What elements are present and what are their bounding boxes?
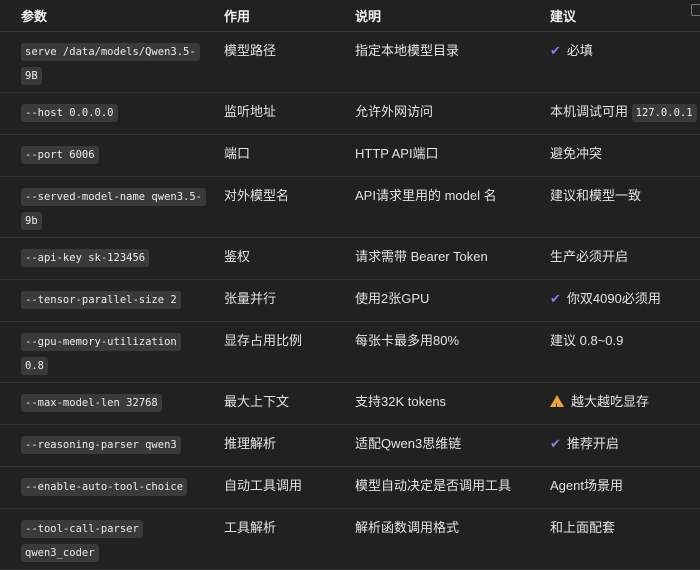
- header-role: 作用: [202, 0, 333, 32]
- advice-text: 本机调试可用: [550, 104, 629, 119]
- role-cell: 模型路径: [202, 31, 333, 93]
- param-code: --served-model-name qwen3.5-9b: [21, 188, 207, 230]
- param-cell: --tensor-parallel-size 2: [0, 279, 202, 322]
- table-row: --tool-call-parser qwen3_coder 工具解析 解析函数调用…: [0, 508, 700, 570]
- check-icon: ✔: [550, 291, 561, 306]
- desc-cell: 使用2张GPU: [333, 279, 528, 322]
- param-cell: --gpu-memory-utilization 0.8: [0, 321, 202, 383]
- param-cell: --max-model-len 32768: [0, 382, 202, 425]
- param-cell: --host 0.0.0.0: [0, 92, 202, 135]
- desc-cell: 指定本地模型目录: [333, 31, 528, 93]
- table-row: --gpu-memory-utilization 0.8 显存占用比例 每张卡最多用…: [0, 321, 700, 383]
- advice-cell: 建议和模型一致: [528, 176, 700, 238]
- param-cell: serve /data/models/Qwen3.5-9B: [0, 31, 202, 93]
- advice-cell: 本机调试可用 127.0.0.1: [528, 92, 700, 135]
- advice-cell: 建议 0.8~0.9: [528, 321, 700, 383]
- advice-cell: 越大越吃显存: [528, 382, 700, 425]
- param-code: --max-model-len 32768: [21, 394, 162, 412]
- param-cell: --served-model-name qwen3.5-9b: [0, 176, 207, 238]
- param-cell: --port 6006: [0, 134, 202, 177]
- advice-code: 127.0.0.1: [631, 104, 697, 122]
- header-advice: 建议: [528, 0, 700, 32]
- table-row: --max-model-len 32768 最大上下文支持32K tokens 越大…: [0, 382, 700, 425]
- desc-cell: 适配Qwen3思维链: [333, 424, 528, 467]
- desc-cell: 请求需带 Bearer Token: [333, 237, 528, 280]
- param-code: --port 6006: [21, 146, 99, 164]
- advice-text: Agent场景用: [550, 478, 623, 493]
- advice-text: 生产必须开启: [550, 249, 629, 264]
- advice-text: 和上面配套: [550, 520, 616, 535]
- advice-text: 必填: [566, 43, 593, 58]
- advice-cell: 和上面配套: [528, 508, 700, 570]
- advice-text: 建议和模型一致: [550, 188, 642, 203]
- param-code: serve /data/models/Qwen3.5-9B: [21, 43, 200, 85]
- advice-cell: 避免冲突: [528, 134, 700, 177]
- advice-cell: 生产必须开启: [528, 237, 700, 280]
- role-cell: 工具解析: [202, 508, 333, 570]
- role-cell: 最大上下文: [202, 382, 333, 425]
- table-row: --enable-auto-tool-choice 自动工具调用 模型自动决定是否调…: [0, 466, 700, 509]
- desc-cell: 允许外网访问: [333, 92, 528, 135]
- param-cell: --tool-call-parser qwen3_coder: [0, 508, 202, 570]
- table-row: serve /data/models/Qwen3.5-9B 模型路径 指定本地模型目…: [0, 31, 700, 93]
- desc-cell: API请求里用的 model 名: [333, 176, 528, 238]
- param-cell: --api-key sk-123456: [0, 237, 202, 280]
- role-cell: 对外模型名: [202, 176, 333, 238]
- param-code: --enable-auto-tool-choice: [21, 478, 188, 496]
- table-row: --port 6006 端口 HTTP API端口 避免冲突: [0, 134, 700, 177]
- role-cell: 张量并行: [202, 279, 333, 322]
- header-param: 参数: [0, 0, 202, 32]
- role-cell: 显存占用比例: [202, 321, 333, 383]
- table-row: --host 0.0.0.0 监听地址 允许外网访问 本机调试可用 127.0.0.1: [0, 92, 700, 135]
- advice-cell: ✔ 你双4090必须用: [528, 279, 700, 322]
- desc-cell: HTTP API端口: [333, 134, 528, 177]
- advice-cell: ✔ 推荐开启: [528, 424, 700, 467]
- advice-text: 推荐开启: [566, 436, 619, 451]
- table-row: --reasoning-parser qwen3 推理解析 适配Qwen3思维链 ✔ 推…: [0, 424, 700, 467]
- advice-text: 你双4090必须用: [566, 291, 661, 306]
- role-cell: 自动工具调用: [202, 466, 333, 509]
- header-desc: 说明: [333, 0, 528, 32]
- desc-cell: 支持32K tokens: [333, 382, 528, 425]
- param-cell: --enable-auto-tool-choice: [0, 466, 202, 509]
- role-cell: 推理解析: [202, 424, 333, 467]
- advice-text: 避免冲突: [550, 146, 603, 161]
- param-code: --tool-call-parser qwen3_coder: [21, 520, 143, 562]
- advice-cell: ✔ 必填: [528, 31, 700, 93]
- role-cell: 监听地址: [202, 92, 333, 135]
- role-cell: 端口: [202, 134, 333, 177]
- warning-icon: [550, 395, 564, 418]
- check-icon: ✔: [550, 43, 561, 58]
- param-code: --api-key sk-123456: [21, 249, 150, 267]
- copy-icon[interactable]: [691, 4, 700, 16]
- param-code: --reasoning-parser qwen3: [21, 436, 181, 454]
- desc-cell: 每张卡最多用80%: [333, 321, 528, 383]
- param-code: --gpu-memory-utilization 0.8: [21, 333, 181, 375]
- advice-text: 建议 0.8~0.9: [550, 333, 624, 348]
- table-row: --tensor-parallel-size 2 张量并行 使用2张GPU ✔ 你双40…: [0, 279, 700, 322]
- desc-cell: 解析函数调用格式: [333, 508, 528, 570]
- check-icon: ✔: [550, 436, 561, 451]
- table-row: --served-model-name qwen3.5-9b 对外模型名 API请求…: [0, 176, 700, 238]
- params-table: 参数 作用 说明 建议 serve /data/models/Qwen3.5-9…: [0, 0, 700, 570]
- table-row: --api-key sk-123456 鉴权 请求需带 Bearer Token 生产…: [0, 237, 700, 280]
- param-code: --host 0.0.0.0: [21, 104, 118, 122]
- advice-text: 越大越吃显存: [571, 394, 650, 409]
- param-code: --tensor-parallel-size 2: [21, 291, 181, 309]
- table-header-row: 参数 作用 说明 建议: [0, 0, 700, 32]
- param-cell: --reasoning-parser qwen3: [0, 424, 202, 467]
- desc-cell: 模型自动决定是否调用工具: [333, 466, 528, 509]
- advice-cell: Agent场景用: [528, 466, 700, 509]
- role-cell: 鉴权: [202, 237, 333, 280]
